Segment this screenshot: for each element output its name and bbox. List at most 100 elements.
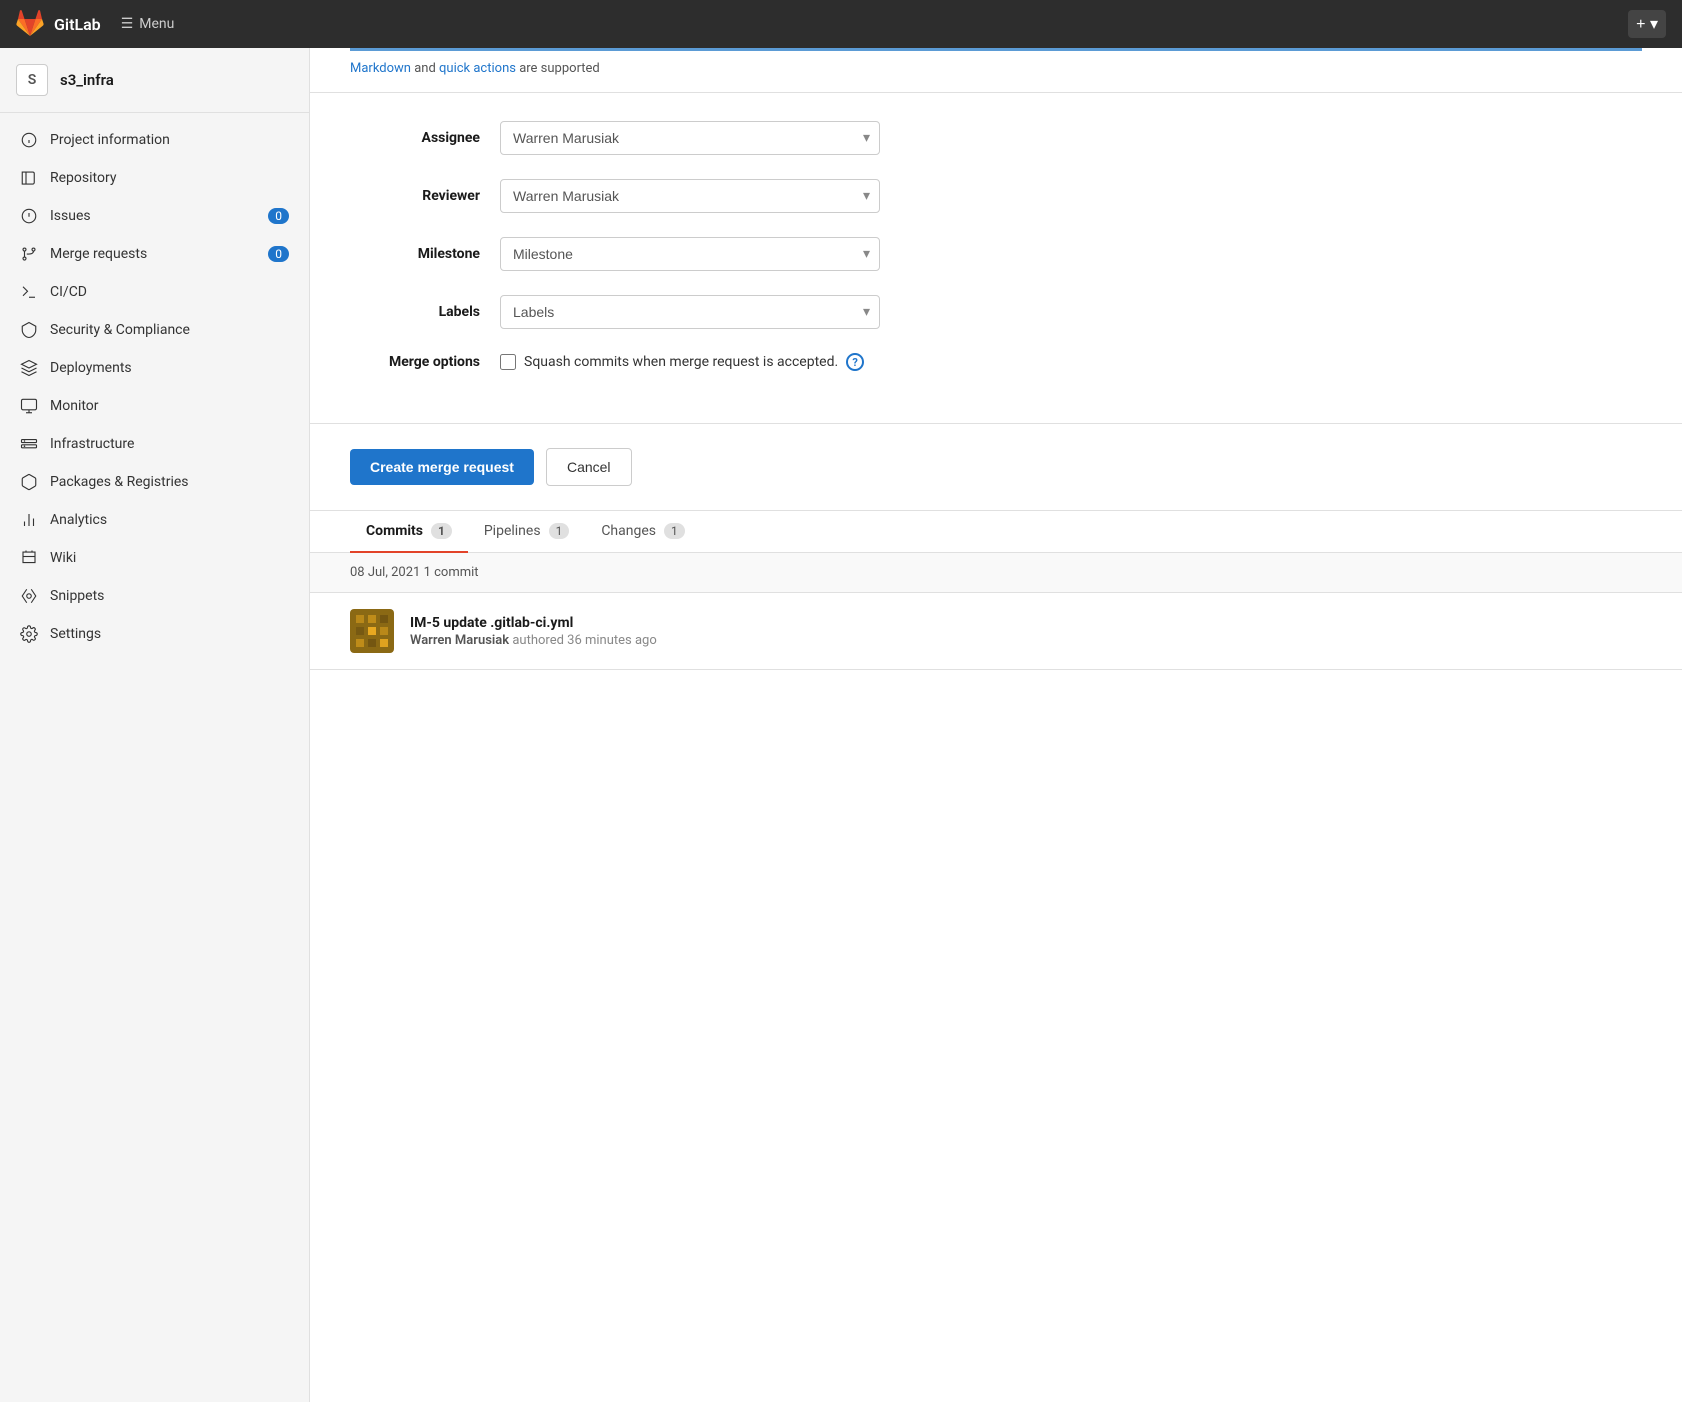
hamburger-icon: ☰	[121, 16, 134, 32]
repo-icon	[20, 169, 38, 187]
create-merge-request-button[interactable]: Create merge request	[350, 449, 534, 485]
labels-select-wrapper: Labels ▾	[500, 295, 880, 329]
help-icon[interactable]: ?	[846, 353, 864, 371]
project-name: s3_infra	[60, 71, 114, 89]
sidebar-item-deployments[interactable]: Deployments	[0, 349, 309, 387]
reviewer-label: Reviewer	[350, 188, 480, 204]
sidebar: S s3_infra Project information Repositor…	[0, 48, 310, 1402]
merge-request-form: Assignee Warren Marusiak ▾ Reviewer Warr…	[310, 93, 1682, 424]
settings-icon	[20, 625, 38, 643]
assignee-label: Assignee	[350, 130, 480, 146]
assignee-select-wrapper: Warren Marusiak ▾	[500, 121, 880, 155]
commit-action: authored	[512, 633, 567, 648]
sidebar-item-analytics[interactable]: Analytics	[0, 501, 309, 539]
sidebar-item-infrastructure[interactable]: Infrastructure	[0, 425, 309, 463]
tab-pipelines-label: Pipelines	[484, 523, 541, 539]
sidebar-item-wiki[interactable]: Wiki	[0, 539, 309, 577]
commits-content: 08 Jul, 2021 1 commit	[310, 553, 1682, 670]
squash-checkbox[interactable]	[500, 354, 516, 370]
markdown-support-text: Markdown and quick actions are supported	[350, 51, 1642, 76]
snippets-icon	[20, 587, 38, 605]
info-icon	[20, 131, 38, 149]
milestone-label: Milestone	[350, 246, 480, 262]
nav-label: Monitor	[50, 398, 99, 414]
tab-commits[interactable]: Commits 1	[350, 511, 468, 553]
infrastructure-icon	[20, 435, 38, 453]
nav-label: Snippets	[50, 588, 104, 604]
changes-count-badge: 1	[664, 523, 685, 539]
page-layout: S s3_infra Project information Repositor…	[0, 48, 1682, 1402]
sidebar-item-repository[interactable]: Repository	[0, 159, 309, 197]
labels-select[interactable]: Labels	[500, 295, 880, 329]
nav-label: Project information	[50, 132, 170, 148]
markdown-link[interactable]: Markdown	[350, 61, 411, 76]
issues-icon	[20, 207, 38, 225]
deployments-icon	[20, 359, 38, 377]
sidebar-item-project-information[interactable]: Project information	[0, 121, 309, 159]
sidebar-nav: Project information Repository Issues 0 …	[0, 113, 309, 661]
sidebar-item-settings[interactable]: Settings	[0, 615, 309, 653]
pipelines-count-badge: 1	[549, 523, 570, 539]
project-avatar: S	[16, 64, 48, 96]
nav-label: Analytics	[50, 512, 107, 528]
markdown-note: Markdown and quick actions are supported	[310, 48, 1682, 93]
gitlab-logo	[16, 10, 44, 38]
nav-label: Issues	[50, 208, 91, 224]
navbar-menu-toggle[interactable]: ☰ Menu	[121, 16, 175, 32]
merge-icon	[20, 245, 38, 263]
sidebar-item-packages[interactable]: Packages & Registries	[0, 463, 309, 501]
sidebar-item-merge-requests[interactable]: Merge requests 0	[0, 235, 309, 273]
sidebar-item-snippets[interactable]: Snippets	[0, 577, 309, 615]
quick-actions-link[interactable]: quick actions	[439, 61, 516, 76]
squash-option: Squash commits when merge request is acc…	[500, 353, 864, 371]
labels-row: Labels Labels ▾	[350, 295, 1642, 329]
plus-icon: +	[1636, 16, 1645, 33]
tabs-bar: Commits 1 Pipelines 1 Changes 1	[310, 511, 1682, 553]
menu-label: Menu	[139, 16, 174, 32]
nav-label: CI/CD	[50, 284, 87, 300]
commits-count-badge: 1	[431, 523, 452, 539]
commits-date-text: 08 Jul, 2021 1 commit	[350, 565, 479, 580]
reviewer-select-wrapper: Warren Marusiak ▾	[500, 179, 880, 213]
avatar-identicon	[352, 611, 392, 651]
commit-meta: Warren Marusiak authored 36 minutes ago	[410, 633, 1642, 648]
navbar-right: + ▾	[1628, 10, 1666, 38]
tab-changes[interactable]: Changes 1	[585, 511, 700, 553]
project-header: S s3_infra	[0, 48, 309, 113]
cicd-icon	[20, 283, 38, 301]
sidebar-item-issues[interactable]: Issues 0	[0, 197, 309, 235]
sidebar-item-monitor[interactable]: Monitor	[0, 387, 309, 425]
monitor-icon	[20, 397, 38, 415]
reviewer-select[interactable]: Warren Marusiak	[500, 179, 880, 213]
sidebar-item-security[interactable]: Security & Compliance	[0, 311, 309, 349]
nav-label: Infrastructure	[50, 436, 134, 452]
milestone-select-wrapper: Milestone ▾	[500, 237, 880, 271]
new-item-button[interactable]: + ▾	[1628, 10, 1666, 38]
milestone-select[interactable]: Milestone	[500, 237, 880, 271]
nav-label: Merge requests	[50, 246, 147, 262]
commit-author-avatar	[350, 609, 394, 653]
commit-time: 36 minutes ago	[567, 633, 657, 648]
form-actions: Create merge request Cancel	[310, 424, 1682, 511]
cancel-button[interactable]: Cancel	[546, 448, 632, 486]
reviewer-row: Reviewer Warren Marusiak ▾	[350, 179, 1642, 213]
commit-title: IM-5 update .gitlab-ci.yml	[410, 615, 1642, 631]
nav-label: Wiki	[50, 550, 76, 566]
wiki-icon	[20, 549, 38, 567]
packages-icon	[20, 473, 38, 491]
tabs-section: Commits 1 Pipelines 1 Changes 1 08 Jul, …	[310, 511, 1682, 670]
navbar-brand-text: GitLab	[54, 15, 101, 34]
nav-label: Repository	[50, 170, 116, 186]
nav-label: Packages & Registries	[50, 474, 189, 490]
navbar: GitLab ☰ Menu + ▾	[0, 0, 1682, 48]
brand: GitLab	[16, 10, 101, 38]
tab-commits-label: Commits	[366, 523, 423, 539]
tab-pipelines[interactable]: Pipelines 1	[468, 511, 585, 553]
merge-options-row: Merge options Squash commits when merge …	[350, 353, 1642, 371]
commit-item: IM-5 update .gitlab-ci.yml Warren Marusi…	[310, 593, 1682, 670]
analytics-icon	[20, 511, 38, 529]
sidebar-item-cicd[interactable]: CI/CD	[0, 273, 309, 311]
assignee-select[interactable]: Warren Marusiak	[500, 121, 880, 155]
squash-label: Squash commits when merge request is acc…	[524, 354, 838, 370]
merge-requests-badge: 0	[268, 246, 289, 262]
